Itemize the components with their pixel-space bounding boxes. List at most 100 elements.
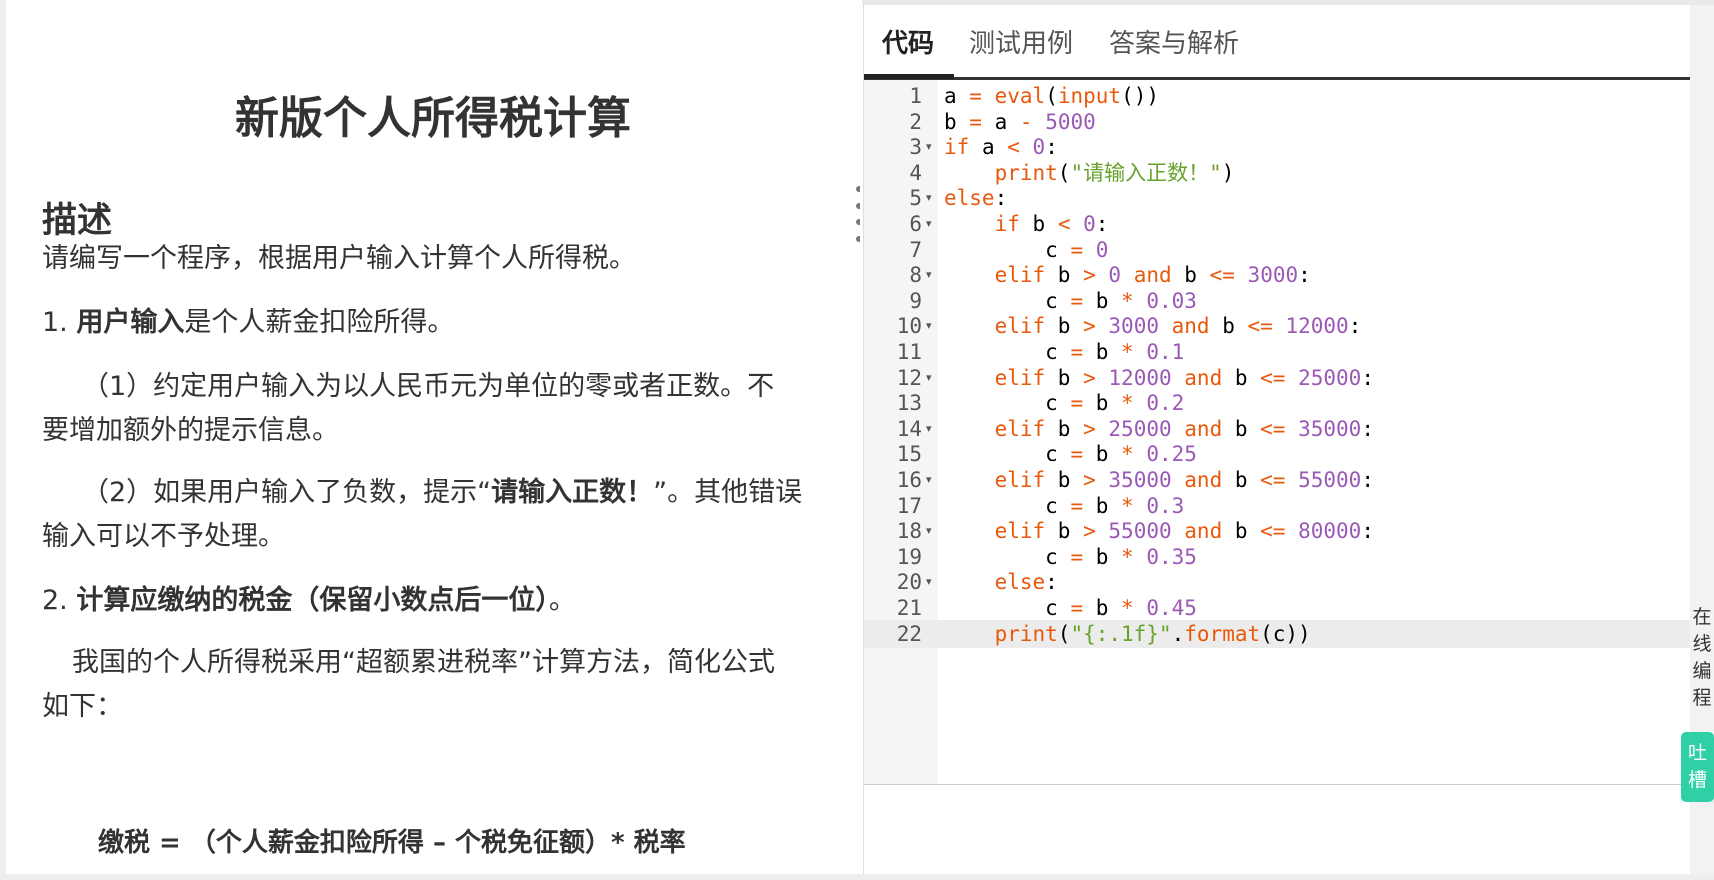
line-number: 4 — [909, 160, 922, 185]
line-number: 2 — [909, 109, 922, 134]
line-number: 22 — [896, 621, 922, 646]
point-2-post: 。 — [548, 585, 576, 616]
method-paragraph-cont: 如下： — [42, 684, 842, 730]
code-line[interactable]: 14 ▾ elif b > 25000 and b <= 35000: — [864, 415, 1690, 443]
code-text: c = b * 0.2 — [944, 391, 1185, 416]
code-text: else: — [994, 570, 1058, 595]
code-text: elif b > 0 and b <= 3000: — [994, 263, 1311, 288]
code-line[interactable]: 3 ▾ if a < 0: — [864, 133, 1690, 161]
online-coding-label[interactable]: 在线编程 — [1690, 604, 1714, 712]
code-text: elif b > 3000 and b <= 12000: — [994, 314, 1362, 339]
code-line[interactable]: 13 c = b * 0.2 — [864, 389, 1690, 417]
code-text: b = a - 5000 — [944, 109, 1096, 134]
output-console — [864, 785, 1690, 878]
sub-point-1-line1: （1）约定用户输入为以人民币元为单位的零或者正数。不 — [82, 371, 775, 402]
line-number: 12 — [896, 365, 922, 390]
fold-arrow-icon[interactable]: ▾ — [926, 568, 932, 596]
fold-arrow-icon[interactable]: ▾ — [926, 184, 932, 212]
code-text: c = b * 0.45 — [944, 596, 1197, 620]
fold-arrow-icon[interactable]: ▾ — [926, 517, 932, 545]
code-text: elif b > 55000 and b <= 80000: — [994, 519, 1374, 544]
panel-resize-handle[interactable] — [854, 186, 860, 242]
sub-point-1-cont: 要增加额外的提示信息。 — [42, 408, 842, 454]
code-line[interactable]: 22 print("{:.1f}".format(c)) — [864, 619, 1690, 648]
fold-arrow-icon[interactable]: ▾ — [926, 312, 932, 340]
fold-arrow-icon[interactable]: ▾ — [926, 210, 932, 238]
sub-point-2-cont: 输入可以不予处理。 — [42, 514, 842, 560]
tab-test-cases[interactable]: 测试用例 — [969, 23, 1073, 60]
code-line[interactable]: 19 c = b * 0.35 — [864, 543, 1690, 571]
problem-description-panel: 新版个人所得税计算 描述 请编写一个程序，根据用户输入计算个人所得税。 1. 用… — [6, 0, 860, 880]
method-line1: 我国的个人所得税采用“超额累进税率”计算方法，简化公式 — [72, 647, 775, 678]
code-text: elif b > 25000 and b <= 35000: — [994, 416, 1374, 441]
sub-point-2-post: ”。其他错误 — [653, 477, 803, 508]
active-tab-indicator — [864, 74, 954, 79]
point-1-rest: 是个人薪金扣险所得。 — [184, 307, 455, 338]
method-line2: 如下： — [42, 691, 123, 722]
code-line[interactable]: 5 ▾ else: — [864, 184, 1690, 212]
line-number: 13 — [896, 391, 922, 416]
code-line[interactable]: 4 print("请输入正数！") — [864, 159, 1690, 187]
point-1: 1. 用户输入是个人薪金扣险所得。 — [42, 300, 842, 346]
tab-answer-analysis[interactable]: 答案与解析 — [1109, 23, 1239, 60]
code-line[interactable]: 15 c = b * 0.25 — [864, 440, 1690, 468]
code-line[interactable]: 2 b = a - 5000 — [864, 108, 1690, 136]
code-panel: 代码 测试用例 答案与解析 1 a = eval(input()) 2 b = a -… — [863, 5, 1690, 878]
line-number: 21 — [896, 596, 922, 620]
line-number: 18 — [896, 519, 922, 544]
problem-title: 新版个人所得税计算 — [235, 93, 631, 144]
code-line[interactable]: 1 a = eval(input()) — [864, 82, 1690, 110]
feedback-button[interactable]: 吐槽 — [1681, 732, 1714, 802]
handle-dot — [856, 219, 860, 226]
code-line[interactable]: 18 ▾ elif b > 55000 and b <= 80000: — [864, 517, 1690, 545]
line-number: 11 — [896, 340, 922, 364]
sub-point-2-pre: （2）如果用户输入了负数，提示“ — [82, 477, 492, 508]
tab-code[interactable]: 代码 — [882, 23, 934, 60]
line-number: 8 — [909, 263, 922, 288]
line-number: 19 — [896, 544, 922, 569]
sub-point-1-line2: 要增加额外的提示信息。 — [42, 415, 339, 446]
code-line[interactable]: 21 c = b * 0.45 — [864, 594, 1690, 622]
code-text: c = b * 0.1 — [944, 340, 1185, 364]
code-editor[interactable]: 1a = eval(input()) 2 b = a - 5000 3 ▾ if a < … — [864, 80, 1690, 785]
fold-arrow-icon[interactable]: ▾ — [926, 415, 932, 443]
code-line[interactable]: 7 c = 0 — [864, 236, 1690, 264]
handle-dot — [856, 186, 860, 192]
fold-arrow-icon[interactable]: ▾ — [926, 261, 932, 289]
code-text: elif b > 12000 and b <= 25000: — [994, 365, 1374, 390]
code-line[interactable]: 8 ▾ elif b > 0 and b <= 3000: — [864, 261, 1690, 289]
code-text: if a < 0: — [944, 135, 1058, 160]
code-line[interactable]: 20 ▾ else: — [864, 568, 1690, 596]
code-text: if b < 0: — [994, 212, 1109, 236]
line-number: 20 — [896, 570, 922, 595]
code-text: c = 0 — [944, 237, 1109, 262]
sub-point-1: （1）约定用户输入为以人民币元为单位的零或者正数。不 — [42, 364, 842, 410]
handle-dot — [856, 235, 860, 242]
code-text: elif b > 35000 and b <= 55000: — [994, 468, 1374, 492]
code-text: a = eval(input()) — [944, 84, 1159, 108]
code-text: else: — [944, 186, 1008, 211]
code-text: c = b * 0.35 — [944, 544, 1197, 569]
tax-formula: 缴税 = （个人薪金扣险所得 – 个税免征额）* 税率 — [98, 828, 686, 858]
code-line[interactable]: 16 ▾ elif b > 35000 and b <= 55000: — [864, 466, 1690, 494]
fold-arrow-icon[interactable]: ▾ — [926, 133, 932, 161]
sub-point-2: （2）如果用户输入了负数，提示“请输入正数！”。其他错误 — [42, 470, 842, 516]
sub-point-2-bold: 请输入正数！ — [491, 477, 654, 508]
code-line[interactable]: 9 c = b * 0.03 — [864, 287, 1690, 315]
code-text: c = b * 0.03 — [944, 288, 1197, 313]
code-line[interactable]: 17 c = b * 0.3 — [864, 492, 1690, 520]
code-line[interactable]: 6 ▾ if b < 0: — [864, 210, 1690, 238]
line-number: 1 — [909, 84, 922, 108]
code-line[interactable]: 10 ▾ elif b > 3000 and b <= 12000: — [864, 312, 1690, 340]
code-line[interactable]: 12 ▾ elif b > 12000 and b <= 25000: — [864, 364, 1690, 392]
fold-arrow-icon[interactable]: ▾ — [926, 466, 932, 494]
line-number: 9 — [909, 288, 922, 313]
fold-arrow-icon[interactable]: ▾ — [926, 364, 932, 392]
line-number: 16 — [896, 468, 922, 492]
line-number: 3 — [909, 135, 922, 160]
code-text: print("{:.1f}".format(c)) — [994, 621, 1311, 646]
line-number: 5 — [909, 186, 922, 211]
code-line[interactable]: 11 c = b * 0.1 — [864, 338, 1690, 366]
point-2: 2. 计算应缴纳的税金（保留小数点后一位）。 — [42, 578, 842, 624]
line-number: 17 — [896, 493, 922, 518]
